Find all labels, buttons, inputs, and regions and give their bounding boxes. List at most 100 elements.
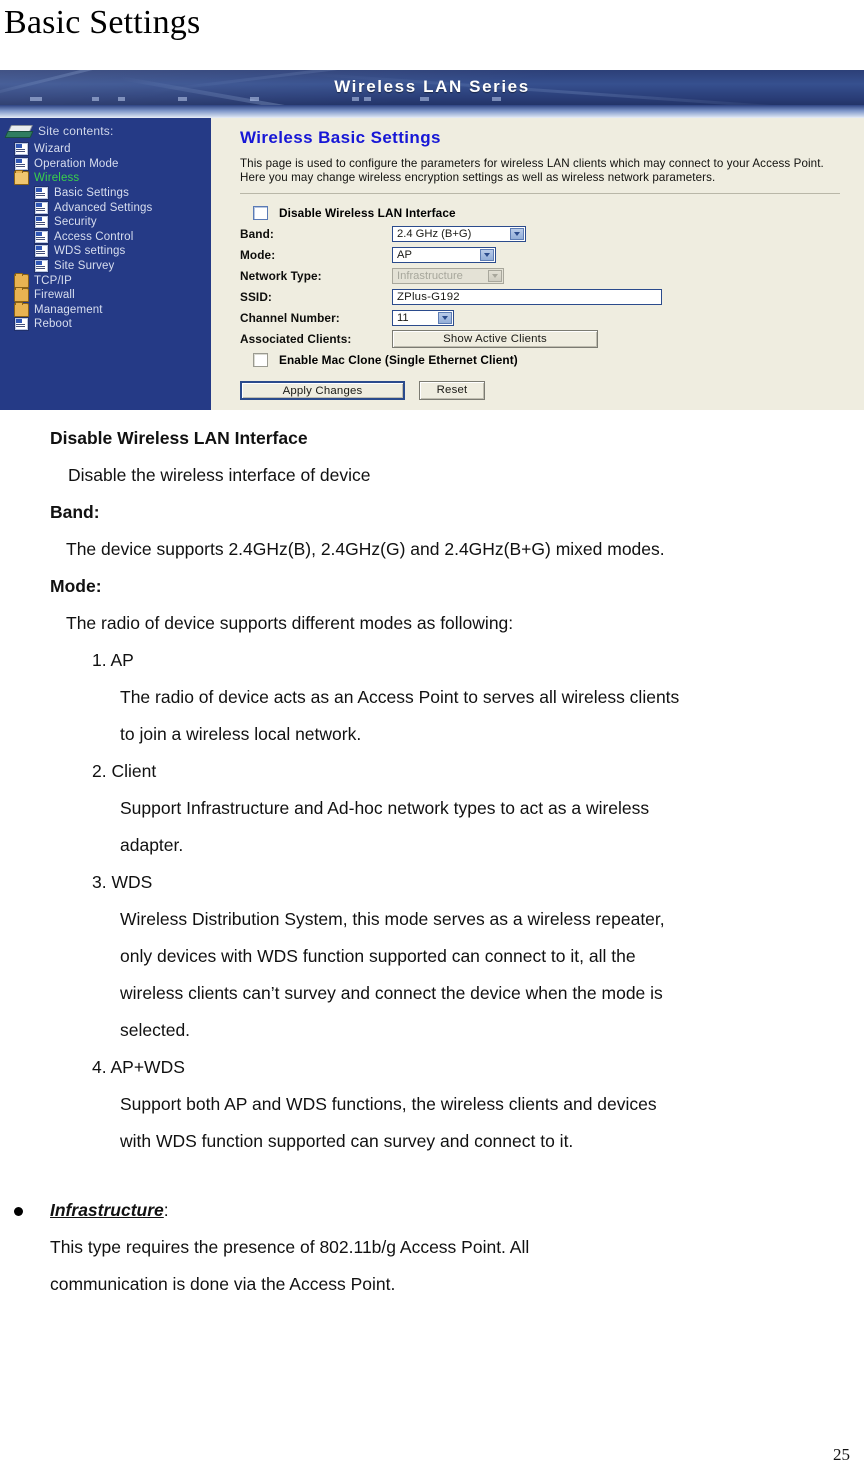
sidebar-item-label: WDS settings [54, 245, 126, 258]
network-type-label: Network Type: [240, 268, 322, 283]
body-paragraph: The radio of device supports different m… [66, 613, 514, 633]
reset-button[interactable]: Reset [419, 381, 485, 401]
content-title: Wireless Basic Settings [240, 128, 441, 147]
sidebar-item-site-survey[interactable]: Site Survey [14, 259, 211, 274]
page-icon [34, 229, 49, 244]
sidebar-item-label: Advanced Settings [54, 201, 153, 214]
form-actions: Apply Changes Reset [240, 381, 864, 401]
row-mac-clone: Enable Mac Clone (Single Ethernet Client… [240, 349, 864, 370]
page-icon [34, 200, 49, 215]
band-label: Band: [240, 226, 274, 241]
mac-clone-checkbox[interactable] [253, 352, 268, 367]
folder-icon [14, 272, 29, 288]
show-active-clients-button[interactable]: Show Active Clients [392, 329, 598, 348]
ui-subbar [0, 105, 864, 118]
page-icon [34, 259, 49, 274]
body-sub-line: only devices with WDS function supported… [120, 946, 636, 966]
row-mode: Mode: AP [240, 244, 864, 265]
sidebar-item-access-control[interactable]: Access Control [14, 229, 211, 245]
content-description: This page is used to configure the param… [240, 157, 824, 184]
sidebar-item-wizard[interactable]: Wizard [14, 142, 211, 157]
sidebar-item-label: Reboot [34, 318, 72, 331]
sidebar-item-advanced-settings[interactable]: Advanced Settings [14, 200, 211, 215]
ui-body: Site contents: Wizard Operation Mode Wir… [0, 118, 864, 410]
network-type-value: Infrastructure [397, 269, 463, 282]
page-icon [14, 142, 29, 157]
divider [240, 193, 840, 195]
row-channel-number: Channel Number: 11 [240, 307, 864, 328]
sidebar-item-management[interactable]: Management [14, 301, 211, 318]
sidebar-item-label: Management [34, 303, 103, 316]
body-paragraph: Disable the wireless interface of device [68, 465, 371, 485]
mode-select[interactable]: AP [392, 246, 496, 263]
sidebar-item-tcpip[interactable]: TCP/IP [14, 272, 211, 288]
infrastructure-bullet: Infrastructure: This type requires the p… [0, 1192, 864, 1303]
channel-number-select[interactable]: 11 [392, 309, 454, 326]
associated-clients-label: Associated Clients: [240, 331, 352, 346]
sidebar-item-label: Site Survey [54, 260, 115, 273]
page-icon [14, 156, 29, 171]
bullet-icon [14, 1207, 23, 1216]
chevron-down-icon [488, 269, 502, 282]
page-number: 25 [833, 1445, 850, 1464]
sidebar-item-wds-settings[interactable]: WDS settings [14, 244, 211, 259]
bullet-term: Infrastructure [50, 1200, 164, 1220]
sidebar-item-firewall[interactable]: Firewall [14, 287, 211, 303]
sidebar-item-reboot[interactable]: Reboot [14, 317, 211, 332]
channel-number-value: 11 [397, 311, 409, 324]
row-ssid: SSID: ZPlus-G192 [240, 286, 864, 307]
folder-icon [14, 301, 29, 317]
ssid-label: SSID: [240, 289, 272, 304]
body-heading: Band: [50, 502, 100, 522]
page-icon [34, 215, 49, 230]
page-icon [14, 317, 29, 332]
body-list-item: 1. AP [92, 650, 134, 670]
body-sub-line: wireless clients can’t survey and connec… [120, 983, 663, 1003]
manual-body: Disable Wireless LAN Interface Disable t… [0, 420, 864, 1303]
ssid-input[interactable]: ZPlus-G192 [392, 288, 662, 305]
site-contents-header: Site contents: [0, 120, 211, 142]
channel-number-label: Channel Number: [240, 310, 340, 325]
bullet-line: This type requires the presence of 802.1… [50, 1237, 530, 1257]
sidebar: Site contents: Wizard Operation Mode Wir… [0, 118, 211, 410]
router-ui-screenshot: Wireless LAN Series Site contents: Wizar… [0, 70, 864, 410]
row-associated-clients: Associated Clients: Show Active Clients [240, 328, 864, 349]
banner-title: Wireless LAN Series [334, 77, 530, 96]
mac-clone-label: Enable Mac Clone (Single Ethernet Client… [279, 352, 518, 367]
sidebar-item-security[interactable]: Security [14, 215, 211, 230]
bullet-term-suffix: : [163, 1200, 169, 1220]
body-sub-line: with WDS function supported can survey a… [120, 1131, 574, 1151]
body-sub-line: selected. [120, 1020, 191, 1040]
sidebar-item-operation-mode[interactable]: Operation Mode [14, 156, 211, 172]
sidebar-item-label: Operation Mode [34, 157, 119, 170]
body-sub-line: to join a wireless local network. [120, 724, 362, 744]
network-type-select: Infrastructure [392, 267, 504, 284]
sidebar-item-wireless[interactable]: Wireless [14, 170, 211, 186]
site-contents-label: Site contents: [38, 124, 114, 138]
body-heading: Mode: [50, 576, 102, 596]
disable-wireless-checkbox[interactable] [253, 205, 268, 220]
page-icon [34, 186, 49, 201]
body-sub-line: Support both AP and WDS functions, the w… [120, 1094, 657, 1114]
page-title: Basic Settings [4, 4, 201, 41]
bullet-line: communication is done via the Access Poi… [50, 1274, 396, 1294]
bullet-term-line: Infrastructure: [50, 1192, 864, 1229]
folder-icon [14, 287, 29, 303]
body-paragraph: The device supports 2.4GHz(B), 2.4GHz(G)… [66, 539, 665, 559]
row-disable-wireless: Disable Wireless LAN Interface [240, 202, 864, 223]
sidebar-item-label: TCP/IP [34, 274, 72, 287]
chevron-down-icon [480, 248, 494, 261]
body-heading: Disable Wireless LAN Interface [50, 428, 308, 448]
sidebar-item-basic-settings[interactable]: Basic Settings [14, 186, 211, 201]
body-sub-line: adapter. [120, 835, 184, 855]
body-list-item: 2. Client [92, 761, 157, 781]
sidebar-item-label: Wireless [34, 172, 80, 185]
sidebar-item-label: Basic Settings [54, 187, 129, 200]
sidebar-nav: Wizard Operation Mode Wireless Basic Set… [0, 142, 211, 332]
apply-changes-button[interactable]: Apply Changes [240, 381, 405, 401]
mode-label: Mode: [240, 247, 276, 262]
disable-wireless-label: Disable Wireless LAN Interface [279, 205, 456, 220]
ui-banner: Wireless LAN Series [0, 70, 864, 105]
band-select[interactable]: 2.4 GHz (B+G) [392, 225, 526, 242]
body-sub-line: Wireless Distribution System, this mode … [120, 909, 665, 929]
